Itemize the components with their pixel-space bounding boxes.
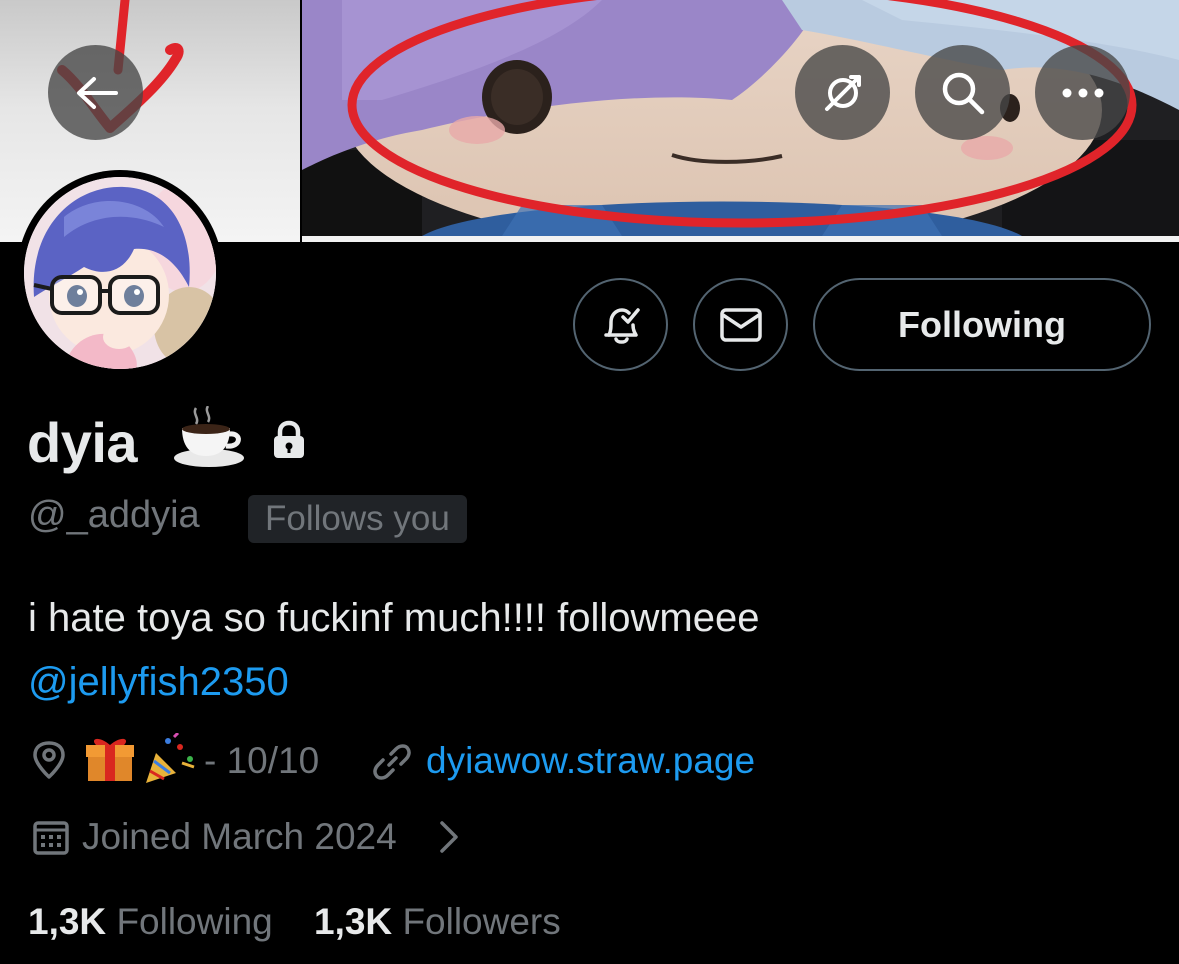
search-icon	[942, 72, 984, 114]
following-count: 1,3K	[28, 901, 107, 942]
followers-label: Followers	[402, 901, 561, 942]
followers-count: 1,3K	[314, 901, 393, 942]
avatar[interactable]	[17, 170, 223, 376]
joined-date[interactable]: Joined March 2024	[82, 816, 397, 858]
notifications-button[interactable]	[573, 278, 668, 371]
bio-text: i hate toya so fuckinf much!!!! followme…	[28, 596, 760, 640]
search-button[interactable]	[915, 45, 1010, 140]
location-pin-icon	[33, 741, 65, 779]
translate-button[interactable]	[795, 45, 890, 140]
location-text: - 10/10	[204, 740, 320, 781]
gift-party-emoji	[86, 731, 195, 783]
more-horizontal-icon	[1062, 88, 1103, 97]
avatar-image	[24, 177, 216, 369]
followers-count-link[interactable]: 1,3K Followers	[314, 901, 561, 943]
display-name: dyia	[27, 411, 138, 474]
following-label: Following	[116, 901, 273, 942]
link-icon	[373, 744, 411, 780]
following-count-link[interactable]: 1,3K Following	[28, 901, 273, 943]
chevron-right-icon[interactable]	[438, 820, 460, 854]
website-link[interactable]: dyiawow.straw.page	[426, 740, 755, 782]
back-button[interactable]	[48, 45, 143, 140]
calendar-icon	[33, 821, 69, 855]
lock-icon	[274, 420, 304, 458]
anime-avatar-drawing	[24, 177, 216, 369]
translate-icon	[824, 74, 861, 111]
coffee-emoji	[174, 406, 244, 467]
follows-you-badge: Follows you	[248, 495, 467, 543]
arrow-left-icon	[76, 76, 118, 109]
banner-divider	[302, 236, 1179, 242]
following-button[interactable]: Following	[813, 278, 1151, 371]
bio-mention-link[interactable]: @jellyfish2350	[28, 660, 289, 705]
handle: @_addyia	[28, 494, 200, 536]
envelope-icon	[719, 307, 762, 342]
more-options-button[interactable]	[1035, 45, 1130, 140]
bell-check-icon	[603, 307, 640, 344]
message-button[interactable]	[693, 278, 788, 371]
location-emoji	[84, 731, 200, 790]
